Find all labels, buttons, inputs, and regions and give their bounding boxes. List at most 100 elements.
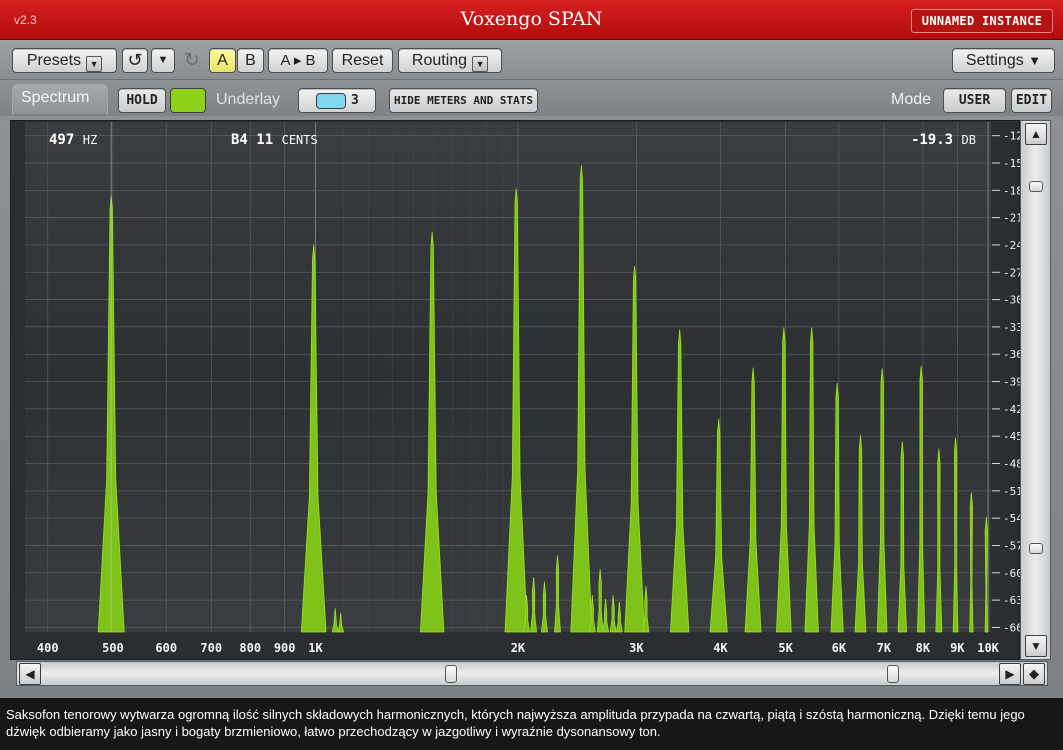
scroll-up-button[interactable]: ▲ xyxy=(1025,123,1047,145)
underlay-value: 3 xyxy=(351,93,359,108)
top-toolbar: Presets ▼ ↺ ▼ ↻ A B A ▸ B Reset Routing ▼ … xyxy=(0,40,1063,80)
copy-a-to-b-label: A ▸ B xyxy=(280,52,316,69)
instance-name-button[interactable]: UNNAMED INSTANCE xyxy=(911,9,1053,33)
spectrum-tab[interactable]: Spectrum xyxy=(12,84,108,114)
undo-history-button[interactable]: ▼ xyxy=(151,48,175,73)
zoom-reset-button[interactable]: ◆ xyxy=(1023,663,1045,685)
presets-button[interactable]: Presets ▼ xyxy=(12,48,117,73)
presets-label: Presets xyxy=(26,52,82,69)
level-tick-label: -60 xyxy=(1003,567,1021,580)
level-tick-label: -15 xyxy=(1003,157,1021,170)
level-value: -19.3 xyxy=(911,132,953,148)
preset-a-button[interactable]: A xyxy=(209,48,236,73)
underlay-color-swatch xyxy=(316,93,346,109)
frequency-tick-label: 2K xyxy=(511,641,526,655)
scroll-left-button[interactable]: ◀ xyxy=(19,663,41,685)
vertical-scrollbar[interactable]: ▲ ▼ xyxy=(1020,120,1051,660)
cursor-frequency-readout: 497 HZ xyxy=(49,132,97,148)
frequency-tick-label: 800 xyxy=(239,641,261,655)
level-tick-label: -39 xyxy=(1003,376,1021,389)
cursor-note-readout: B4 11 CENTS xyxy=(231,132,318,148)
routing-dropdown-icon: ▼ xyxy=(472,56,489,72)
frequency-tick-label: 600 xyxy=(155,641,177,655)
frequency-tick-label: 400 xyxy=(37,641,59,655)
settings-dropdown-icon: ▼ xyxy=(1028,53,1042,68)
diamond-icon: ◆ xyxy=(1029,666,1039,681)
chevron-down-icon: ▼ xyxy=(157,54,169,66)
frequency-tick-label: 1K xyxy=(308,641,323,655)
horizontal-scroll-thumb-left[interactable] xyxy=(445,665,457,683)
level-tick-label: -57 xyxy=(1003,539,1021,552)
reset-label: Reset xyxy=(341,52,384,69)
mode-user-button[interactable]: USER xyxy=(943,88,1006,113)
level-unit: DB xyxy=(962,133,976,147)
level-tick-label: -48 xyxy=(1003,458,1021,471)
level-tick-label: -42 xyxy=(1003,403,1021,416)
level-tick-label: -63 xyxy=(1003,594,1021,607)
level-axis-labels: -12 -15 -18 -21 -24 -27 -30 -33 -36 -39 -42 -45 -48 -… xyxy=(992,130,1023,634)
hide-meters-label: HIDE METERS AND STATS xyxy=(393,94,534,107)
app-title: Voxengo SPAN xyxy=(460,8,603,30)
spectrum-display[interactable]: 400 500 600 700 800 900 1K 2K 3K 4K 5K 6K 7K 8K 9K 10K … xyxy=(10,120,1023,660)
reset-button[interactable]: Reset xyxy=(332,48,393,73)
freq-value: 497 xyxy=(49,132,74,148)
level-tick-label: -30 xyxy=(1003,294,1021,307)
note-value: B4 xyxy=(231,132,248,148)
routing-label: Routing xyxy=(411,52,468,69)
settings-button[interactable]: Settings ▼ xyxy=(952,48,1055,73)
horizontal-scrollbar[interactable]: ◀ ▶ ◆ xyxy=(16,661,1048,686)
vertical-scroll-thumb-bottom[interactable] xyxy=(1029,543,1043,554)
cursor-level-readout: -19.3 DB xyxy=(911,132,976,148)
horizontal-scroll-thumb-right[interactable] xyxy=(887,665,899,683)
level-tick-label: -54 xyxy=(1003,512,1021,525)
level-tick-label: -66 xyxy=(1003,621,1021,634)
cents-unit: CENTS xyxy=(282,133,318,147)
frequency-tick-label: 9K xyxy=(950,641,965,655)
arrow-left-icon: ◀ xyxy=(25,667,35,681)
title-bar: v2.3 Voxengo SPAN UNNAMED INSTANCE xyxy=(0,0,1063,40)
underlay-label: Underlay xyxy=(216,91,281,108)
level-tick-label: -45 xyxy=(1003,430,1021,443)
preset-b-button[interactable]: B xyxy=(237,48,264,73)
level-tick-label: -27 xyxy=(1003,266,1021,279)
scroll-down-button[interactable]: ▼ xyxy=(1025,635,1047,657)
cents-value: 11 xyxy=(256,132,273,148)
redo-button[interactable]: ↻ xyxy=(180,49,204,73)
level-tick-label: -33 xyxy=(1003,321,1021,334)
routing-button[interactable]: Routing ▼ xyxy=(398,48,502,73)
redo-icon: ↻ xyxy=(184,50,200,71)
mode-label: Mode xyxy=(891,91,932,108)
frequency-tick-label: 8K xyxy=(916,641,931,655)
hold-label: HOLD xyxy=(126,93,158,108)
spectrum-tab-label: Spectrum xyxy=(21,89,90,106)
level-tick-label: -18 xyxy=(1003,184,1021,197)
level-tick-label: -51 xyxy=(1003,485,1021,498)
level-tick-label: -12 xyxy=(1003,130,1021,143)
undo-button[interactable]: ↺ xyxy=(122,48,148,73)
edit-label: EDIT xyxy=(1015,93,1048,108)
frequency-tick-label: 4K xyxy=(713,641,728,655)
frequency-tick-label: 10K xyxy=(977,641,999,655)
scroll-right-button[interactable]: ▶ xyxy=(999,663,1021,685)
undo-icon: ↺ xyxy=(127,50,143,70)
preset-a-label: A xyxy=(217,52,228,69)
hide-meters-button[interactable]: HIDE METERS AND STATS xyxy=(389,88,538,113)
underlay-button[interactable]: 3 xyxy=(298,88,376,113)
frequency-tick-label: 900 xyxy=(274,641,296,655)
caption-text: Saksofon tenorowy wytwarza ogromną ilość… xyxy=(0,698,1063,750)
frequency-tick-label: 3K xyxy=(629,641,644,655)
mode-value: USER xyxy=(958,93,991,108)
level-tick-label: -36 xyxy=(1003,348,1021,361)
frequency-tick-label: 6K xyxy=(832,641,847,655)
edit-button[interactable]: EDIT xyxy=(1011,88,1052,113)
vertical-scroll-thumb-top[interactable] xyxy=(1029,181,1043,192)
spectrum-toolbar: Spectrum HOLD Underlay 3 HIDE METERS AND… xyxy=(0,80,1063,116)
harmonic-peak xyxy=(984,516,988,633)
hold-color-swatch[interactable] xyxy=(170,88,206,113)
frequency-tick-label: 5K xyxy=(778,641,793,655)
copy-a-to-b-button[interactable]: A ▸ B xyxy=(268,48,328,73)
hold-button[interactable]: HOLD xyxy=(118,88,166,113)
level-tick-label: -24 xyxy=(1003,239,1021,252)
plot-background xyxy=(25,122,991,632)
frequency-tick-label: 7K xyxy=(877,641,892,655)
